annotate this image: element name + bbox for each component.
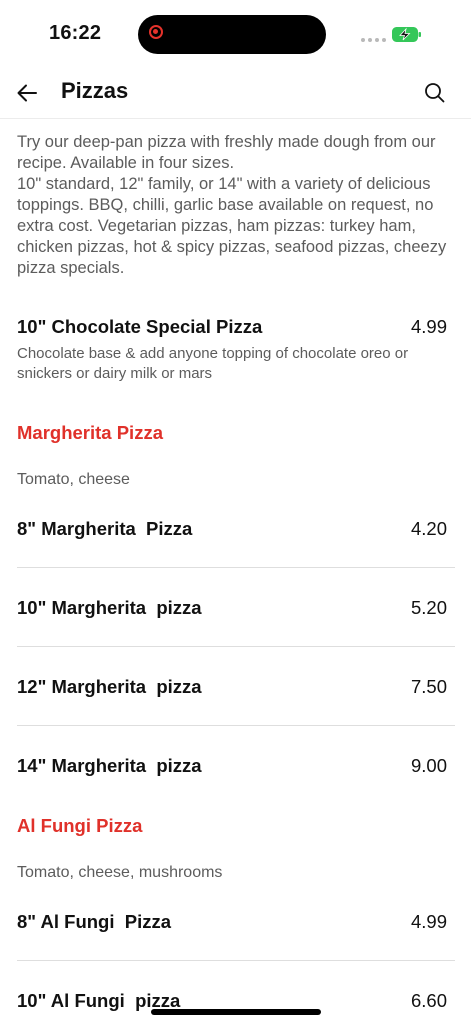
section-title-al-fungi: Al Fungi Pizza — [17, 815, 143, 836]
item-price: 5.20 — [410, 597, 447, 618]
screen: 16:22 Pizzas Try our deep-pan pizza with… — [0, 0, 471, 1024]
status-bar: 16:22 — [0, 0, 471, 68]
item-name: 10" Chocolate Special Pizza — [17, 316, 263, 337]
menu-content: Try our deep-pan pizza with freshly made… — [17, 132, 455, 1011]
row-divider — [17, 567, 455, 568]
item-description: Chocolate base & add anyone topping of c… — [17, 345, 409, 382]
header-divider — [0, 118, 471, 119]
battery-charging-icon — [392, 27, 421, 42]
menu-item-margherita-14[interactable]: 14" Margherita pizza 9.00 — [17, 755, 447, 779]
item-price: 4.20 — [410, 518, 447, 539]
menu-item-margherita-8[interactable]: 8" Margherita Pizza 4.20 — [17, 518, 447, 542]
row-divider — [17, 725, 455, 726]
status-time: 16:22 — [49, 22, 102, 44]
item-price: 6.60 — [410, 990, 447, 1011]
recording-icon — [149, 25, 163, 39]
page-title: Pizzas — [61, 78, 129, 103]
item-name: 10" Margherita pizza — [17, 597, 202, 618]
category-description: Try our deep-pan pizza with freshly made… — [17, 133, 447, 277]
item-price: 4.99 — [410, 316, 447, 337]
nav-header: Pizzas — [0, 68, 471, 118]
back-arrow-icon[interactable] — [14, 80, 40, 106]
menu-item-al-fungi-8[interactable]: 8" Al Fungi Pizza 4.99 — [17, 911, 447, 935]
item-name: 12" Margherita pizza — [17, 676, 202, 697]
item-name: 8" Margherita Pizza — [17, 518, 193, 539]
item-name: 8" Al Fungi Pizza — [17, 911, 172, 932]
item-name: 14" Margherita pizza — [17, 755, 202, 776]
row-divider — [17, 646, 455, 647]
item-price: 4.99 — [410, 911, 447, 932]
item-price: 7.50 — [410, 676, 447, 697]
home-indicator[interactable] — [151, 1009, 321, 1015]
section-description-margherita: Tomato, cheese — [17, 471, 130, 488]
row-divider — [17, 960, 455, 961]
dynamic-island — [138, 15, 326, 54]
item-price: 9.00 — [410, 755, 447, 776]
section-title-margherita: Margherita Pizza — [17, 422, 163, 443]
menu-item-margherita-10[interactable]: 10" Margherita pizza 5.20 — [17, 597, 447, 621]
section-description-al-fungi: Tomato, cheese, mushrooms — [17, 864, 223, 881]
menu-item-chocolate-special[interactable]: 10" Chocolate Special Pizza 4.99 Chocola… — [17, 316, 447, 384]
menu-item-margherita-12[interactable]: 12" Margherita pizza 7.50 — [17, 676, 447, 700]
signal-icon — [361, 38, 386, 42]
search-icon[interactable] — [422, 80, 448, 106]
